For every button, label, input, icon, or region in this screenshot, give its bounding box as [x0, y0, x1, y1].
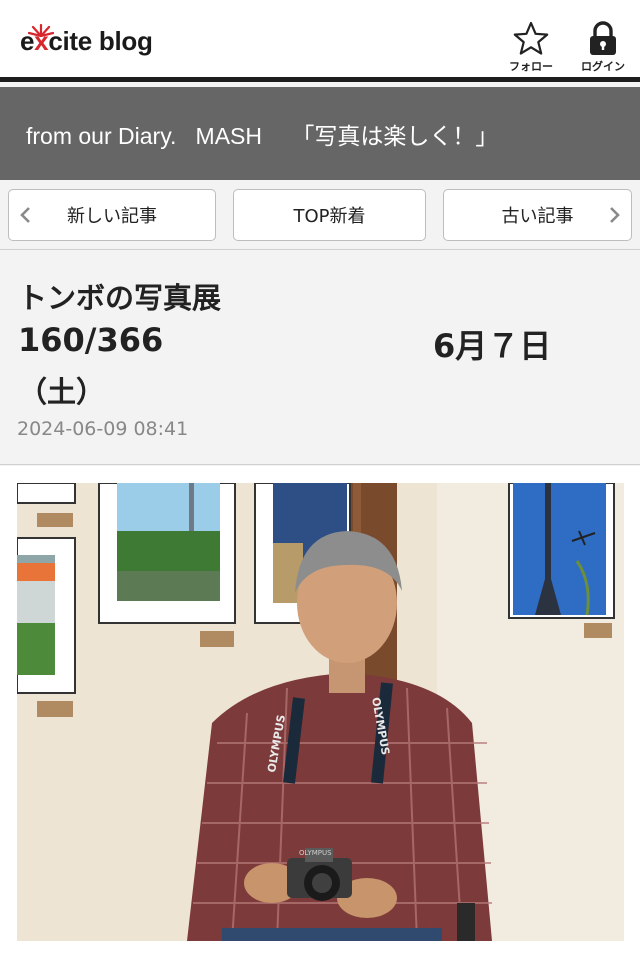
newer-post-label: 新しい記事 [67, 206, 157, 227]
post-title-date: 6月７日 [433, 327, 552, 365]
post-title-weekday: （土） [18, 375, 106, 409]
post-title: トンボの写真展 [18, 281, 222, 315]
post-title-count: 160/366 [18, 321, 164, 359]
post-header: トンボの写真展 160/366 6月７日 （土） 2024-06-09 08:4… [0, 251, 640, 465]
post-timestamp: 2024-06-09 08:41 [17, 418, 189, 440]
logo-text-suffix: cite blog [48, 26, 153, 56]
lock-icon [590, 21, 616, 55]
star-icon [513, 21, 549, 55]
newer-post-button[interactable]: 新しい記事 [8, 189, 216, 241]
blog-title-band: from our Diary. MASH 「写真は楽しく！」 [0, 87, 640, 180]
top-bar: e x cite blog フォロー ログイン [0, 0, 640, 82]
follow-button[interactable]: フォロー [501, 20, 561, 74]
follow-label: フォロー [509, 60, 553, 73]
chevron-right-icon [607, 205, 621, 230]
framed-photo-train [17, 537, 76, 717]
post-body: OLYMPUS OLYMPUS OLYMPUS [0, 466, 640, 960]
post-photo[interactable]: OLYMPUS OLYMPUS OLYMPUS [17, 483, 624, 941]
logo-burst-icon [28, 23, 54, 37]
login-label: ログイン [581, 60, 625, 73]
framed-photo-dragonfly [508, 483, 615, 638]
older-post-label: 古い記事 [501, 206, 574, 227]
post-navigation: 新しい記事 TOP新着 古い記事 [0, 180, 640, 250]
framed-photo-garden [98, 483, 236, 647]
older-post-button[interactable]: 古い記事 [443, 189, 632, 241]
camera-brand-label: OLYMPUS [299, 849, 332, 857]
blog-title[interactable]: from our Diary. MASH 「写真は楽しく！」 [26, 117, 498, 151]
login-button[interactable]: ログイン [573, 20, 633, 74]
excite-blog-logo[interactable]: e x cite blog [20, 23, 153, 66]
photo-illustration: OLYMPUS OLYMPUS OLYMPUS [17, 483, 624, 941]
top-new-button[interactable]: TOP新着 [233, 189, 426, 241]
top-new-label: TOP新着 [293, 206, 366, 227]
chevron-left-icon [19, 205, 33, 230]
